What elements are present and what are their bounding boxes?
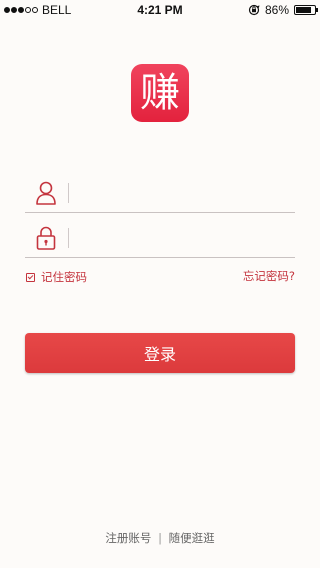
status-right-group: 86% (248, 3, 318, 17)
remember-password-toggle[interactable]: 记住密码 (26, 269, 87, 285)
footer-separator: | (158, 531, 162, 545)
footer-links: 注册账号 | 随便逛逛 (0, 530, 320, 546)
forgot-password-link[interactable]: 忘记密码? (243, 268, 295, 284)
remember-password-label: 记住密码 (41, 270, 87, 284)
password-field[interactable] (25, 221, 295, 258)
battery-level-fill (296, 7, 311, 13)
lock-icon (36, 226, 56, 250)
password-divider (68, 228, 69, 248)
login-button[interactable]: 登录 (25, 333, 295, 373)
username-input[interactable] (77, 180, 287, 206)
user-icon (36, 181, 56, 205)
username-field[interactable] (25, 176, 295, 213)
browse-link[interactable]: 随便逛逛 (169, 531, 215, 545)
status-bar: BELL 4:21 PM 86% (0, 0, 320, 20)
remember-checkbox[interactable] (26, 272, 35, 282)
orientation-lock-icon (248, 4, 260, 16)
register-link[interactable]: 注册账号 (105, 531, 151, 545)
app-logo: 赚 (131, 64, 189, 122)
app-logo-glyph: 赚 (140, 70, 180, 116)
battery-icon (294, 5, 318, 15)
username-divider (68, 183, 69, 203)
password-input[interactable] (77, 225, 287, 251)
battery-percent: 86% (264, 3, 289, 17)
